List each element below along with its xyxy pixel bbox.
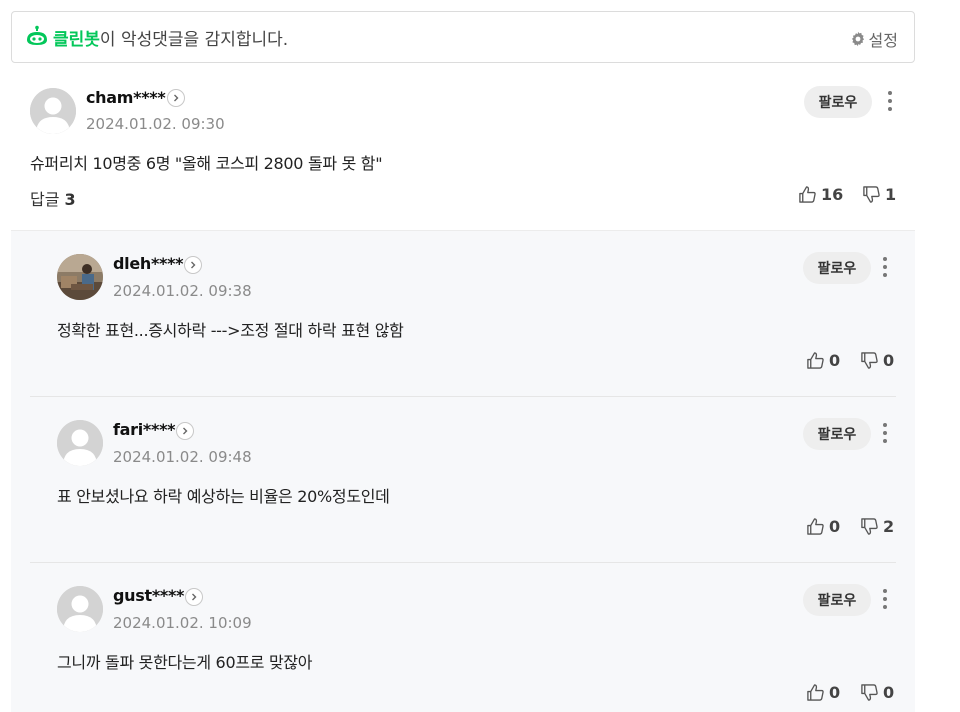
dislike-button[interactable]: 0 xyxy=(860,683,894,702)
reply-count: 3 xyxy=(64,190,76,209)
dislike-count: 1 xyxy=(885,185,897,204)
dislike-count: 2 xyxy=(883,517,895,536)
like-count: 0 xyxy=(829,517,841,536)
cleanbot-settings-button[interactable]: 설정 xyxy=(850,27,898,51)
like-count: 16 xyxy=(821,185,844,204)
chevron-right-icon xyxy=(192,593,197,601)
like-button[interactable]: 0 xyxy=(806,683,840,702)
avatar[interactable] xyxy=(30,88,76,134)
dislike-button[interactable]: 0 xyxy=(860,351,894,370)
like-button[interactable]: 0 xyxy=(806,517,840,536)
like-button[interactable]: 16 xyxy=(798,185,843,204)
comment-text: 슈퍼리치 10명중 6명 "올해 코스피 2800 돌파 못 함" xyxy=(30,154,383,173)
reply-nickname[interactable]: dleh**** xyxy=(113,254,184,273)
more-vertical-icon[interactable] xyxy=(880,421,890,445)
reply-list: dleh**** 2024.01.02. 09:38 팔로우 정확한 표현...… xyxy=(11,231,915,712)
comment-item: cham**** 2024.01.02. 09:30 팔로우 슈퍼리치 10명중… xyxy=(11,64,915,231)
reply-text: 그니까 돌파 못한다는게 60프로 맞잖아 xyxy=(57,653,313,672)
reply-item: gust**** 2024.01.02. 10:09 팔로우 그니까 돌파 못한… xyxy=(30,563,896,712)
thumbs-up-icon xyxy=(807,518,824,535)
gear-icon xyxy=(851,31,864,47)
robot-icon xyxy=(27,25,47,45)
dislike-count: 0 xyxy=(883,351,895,370)
reply-nickname[interactable]: fari**** xyxy=(113,420,176,439)
chevron-right-icon xyxy=(183,427,188,435)
cleanbot-bar: 클린봇 이 악성댓글을 감지합니다. 설정 xyxy=(11,11,915,63)
thumbs-up-icon xyxy=(807,352,824,369)
comment-section: 클린봇 이 악성댓글을 감지합니다. 설정 cham**** 2024.01.0… xyxy=(0,0,960,712)
thumbs-up-icon xyxy=(799,186,816,203)
reply-date: 2024.01.02. 09:48 xyxy=(113,448,252,466)
dislike-button[interactable]: 1 xyxy=(862,185,896,204)
follow-button[interactable]: 팔로우 xyxy=(803,418,871,450)
follow-button[interactable]: 팔로우 xyxy=(803,584,871,616)
thumbs-down-icon xyxy=(861,352,878,369)
thumbs-down-icon xyxy=(861,684,878,701)
thumbs-down-icon xyxy=(861,518,878,535)
avatar[interactable] xyxy=(57,420,103,466)
comment-nickname[interactable]: cham**** xyxy=(86,88,166,107)
more-vertical-icon[interactable] xyxy=(885,89,895,113)
default-profile-icon xyxy=(30,88,76,134)
avatar[interactable] xyxy=(57,586,103,632)
reply-item: fari**** 2024.01.02. 09:48 팔로우 표 안보셨나요 하… xyxy=(30,397,896,563)
thumbs-down-icon xyxy=(863,186,880,203)
settings-label: 설정 xyxy=(868,31,898,50)
profile-link-button[interactable] xyxy=(184,256,202,274)
chevron-right-icon xyxy=(174,94,179,102)
more-vertical-icon[interactable] xyxy=(880,587,890,611)
profile-photo-icon xyxy=(57,254,103,300)
profile-link-button[interactable] xyxy=(185,588,203,606)
dislike-count: 0 xyxy=(883,683,895,702)
follow-button[interactable]: 팔로우 xyxy=(803,252,871,284)
thumbs-up-icon xyxy=(807,684,824,701)
reply-item: dleh**** 2024.01.02. 09:38 팔로우 정확한 표현...… xyxy=(30,231,896,397)
default-profile-icon xyxy=(57,420,103,466)
cleanbot-brand: 클린봇 xyxy=(53,29,100,50)
dislike-button[interactable]: 2 xyxy=(860,517,894,536)
reply-text: 표 안보셨나요 하락 예상하는 비율은 20%정도인데 xyxy=(57,487,390,506)
profile-link-button[interactable] xyxy=(176,422,194,440)
avatar[interactable] xyxy=(57,254,103,300)
reply-text: 정확한 표현...증시하락 --->조정 절대 하락 표현 않함 xyxy=(57,321,404,340)
reply-nickname[interactable]: gust**** xyxy=(113,586,184,605)
like-count: 0 xyxy=(829,683,841,702)
reply-toggle-button[interactable]: 답글 3 xyxy=(30,186,76,210)
reply-label: 답글 xyxy=(30,190,60,209)
like-count: 0 xyxy=(829,351,841,370)
default-profile-icon xyxy=(57,586,103,632)
comment-date: 2024.01.02. 09:30 xyxy=(86,115,225,133)
like-button[interactable]: 0 xyxy=(806,351,840,370)
reply-date: 2024.01.02. 10:09 xyxy=(113,614,252,632)
more-vertical-icon[interactable] xyxy=(880,255,890,279)
follow-button[interactable]: 팔로우 xyxy=(804,86,872,118)
chevron-right-icon xyxy=(191,261,196,269)
profile-link-button[interactable] xyxy=(167,89,185,107)
cleanbot-message: 이 악성댓글을 감지합니다. xyxy=(99,29,289,50)
reply-date: 2024.01.02. 09:38 xyxy=(113,282,252,300)
